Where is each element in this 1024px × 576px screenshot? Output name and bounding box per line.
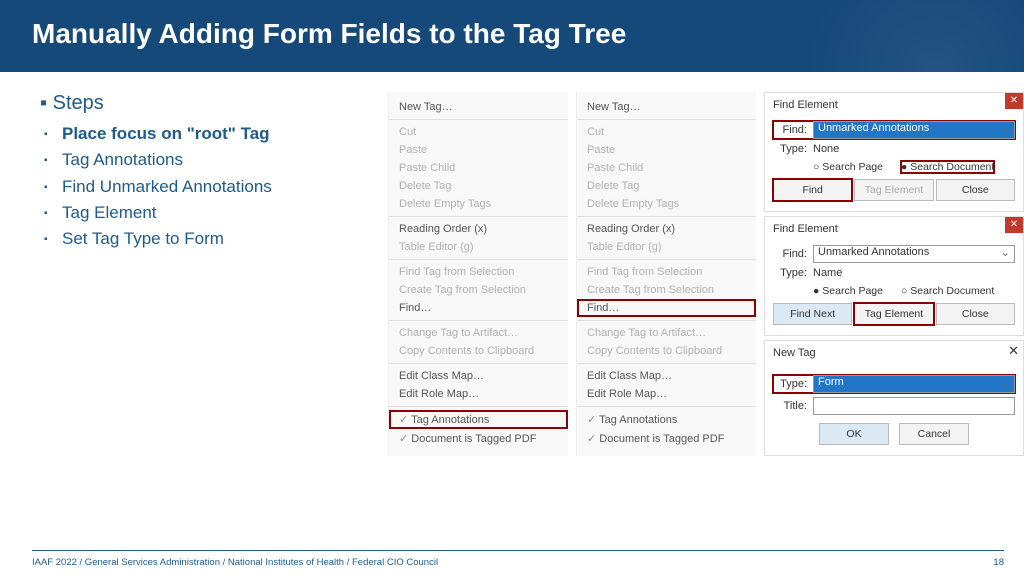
menu-find-sel: Find Tag from Selection [389, 263, 568, 281]
title-label: Title: [773, 400, 807, 412]
radio-search-page[interactable]: Search Page [813, 161, 883, 173]
menu-paste-child: Paste Child [577, 159, 756, 177]
menu-find-sel: Find Tag from Selection [577, 263, 756, 281]
menu-reading-order[interactable]: Reading Order (x) [389, 220, 568, 238]
dialog-title: New Tag [773, 347, 1015, 365]
slide-footer: IAAF 2022 / General Services Administrat… [32, 550, 1004, 568]
menu-delete-empty: Delete Empty Tags [577, 195, 756, 213]
title-input[interactable] [813, 397, 1015, 415]
menu-doc-tagged[interactable]: Document is Tagged PDF [389, 429, 568, 448]
steps-panel: ▪ Steps Place focus on "root" Tag Tag An… [40, 92, 380, 456]
dialogs-column: Find Element ✕ Find: Unmarked Annotation… [764, 92, 1024, 456]
find-next-button[interactable]: Find Next [773, 303, 852, 325]
menu-tag-annotations[interactable]: Tag Annotations [389, 410, 568, 429]
menu-delete-tag: Delete Tag [577, 177, 756, 195]
menu-table-editor: Table Editor (g) [389, 238, 568, 256]
menu-edit-role[interactable]: Edit Role Map… [389, 385, 568, 403]
menu-paste: Paste [389, 141, 568, 159]
find-combo[interactable]: Unmarked Annotations [813, 121, 1015, 139]
menu-paste-child: Paste Child [389, 159, 568, 177]
context-menu-1: New Tag… Cut Paste Paste Child Delete Ta… [388, 92, 568, 456]
ok-button[interactable]: OK [819, 423, 889, 445]
step-item: Tag Annotations [62, 147, 380, 173]
page-number: 18 [993, 557, 1004, 568]
dialog-title: Find Element [773, 223, 1015, 241]
menu-delete-empty: Delete Empty Tags [389, 195, 568, 213]
menu-delete-tag: Delete Tag [389, 177, 568, 195]
find-label: Find: [773, 248, 807, 260]
menu-copy-clip: Copy Contents to Clipboard [577, 342, 756, 360]
find-element-dialog-2: Find Element ✕ Find: Unmarked Annotation… [764, 216, 1024, 336]
steps-heading: ▪ Steps [40, 92, 380, 115]
menu-paste: Paste [577, 141, 756, 159]
slide-header: Manually Adding Form Fields to the Tag T… [0, 0, 1024, 72]
close-icon[interactable]: ✕ [1005, 93, 1023, 109]
find-button[interactable]: Find [773, 179, 852, 201]
type-value: Name [813, 267, 842, 279]
menu-change-artifact: Change Tag to Artifact… [389, 324, 568, 342]
context-menu-2: New Tag… Cut Paste Paste Child Delete Ta… [576, 92, 756, 456]
menu-cut: Cut [577, 123, 756, 141]
close-icon[interactable]: ✕ [1008, 343, 1019, 359]
type-label: Type: [773, 378, 807, 390]
menu-create-sel: Create Tag from Selection [577, 281, 756, 299]
type-value: None [813, 143, 839, 155]
dialog-title: Find Element [773, 99, 1015, 117]
footer-text: IAAF 2022 / General Services Administrat… [32, 557, 438, 568]
menu-tag-annotations[interactable]: Tag Annotations [577, 410, 756, 429]
menu-edit-role[interactable]: Edit Role Map… [577, 385, 756, 403]
tag-element-button: Tag Element [854, 179, 933, 201]
close-button[interactable]: Close [936, 303, 1015, 325]
step-item: Set Tag Type to Form [62, 226, 380, 252]
menu-new-tag[interactable]: New Tag… [389, 98, 568, 116]
type-label: Type: [773, 143, 807, 155]
menu-find[interactable]: Find… [577, 299, 756, 317]
radio-search-document[interactable]: Search Document [901, 285, 994, 297]
close-icon[interactable]: ✕ [1005, 217, 1023, 233]
new-tag-dialog: New Tag ✕ Type: Form Title: OK Cancel [764, 340, 1024, 456]
menu-reading-order[interactable]: Reading Order (x) [577, 220, 756, 238]
tag-element-button[interactable]: Tag Element [854, 303, 933, 325]
menu-change-artifact: Change Tag to Artifact… [577, 324, 756, 342]
step-item: Tag Element [62, 200, 380, 226]
radio-search-document[interactable]: Search Document [901, 161, 994, 173]
type-combo[interactable]: Form [813, 375, 1015, 393]
find-combo[interactable]: Unmarked Annotations [813, 245, 1015, 263]
menu-edit-class[interactable]: Edit Class Map… [577, 367, 756, 385]
menu-cut: Cut [389, 123, 568, 141]
menu-copy-clip: Copy Contents to Clipboard [389, 342, 568, 360]
menu-table-editor: Table Editor (g) [577, 238, 756, 256]
slide-title: Manually Adding Form Fields to the Tag T… [32, 18, 992, 50]
menu-edit-class[interactable]: Edit Class Map… [389, 367, 568, 385]
cancel-button[interactable]: Cancel [899, 423, 969, 445]
find-label: Find: [773, 124, 807, 136]
step-item: Find Unmarked Annotations [62, 174, 380, 200]
close-button[interactable]: Close [936, 179, 1015, 201]
step-item: Place focus on "root" Tag [62, 121, 380, 147]
menu-doc-tagged[interactable]: Document is Tagged PDF [577, 429, 756, 448]
find-element-dialog-1: Find Element ✕ Find: Unmarked Annotation… [764, 92, 1024, 212]
menu-find[interactable]: Find… [389, 299, 568, 317]
type-label: Type: [773, 267, 807, 279]
slide-content: ▪ Steps Place focus on "root" Tag Tag An… [0, 72, 1024, 456]
radio-search-page[interactable]: Search Page [813, 285, 883, 297]
menu-new-tag[interactable]: New Tag… [577, 98, 756, 116]
menu-create-sel: Create Tag from Selection [389, 281, 568, 299]
